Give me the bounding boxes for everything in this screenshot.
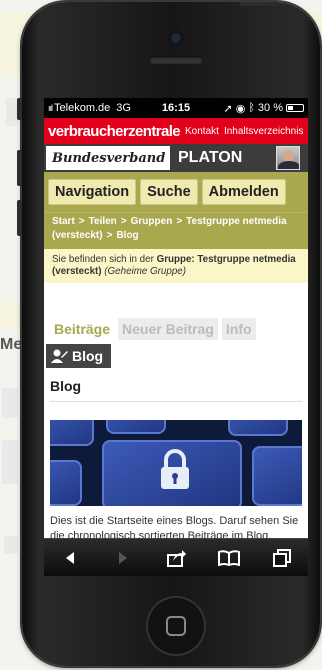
divider — [50, 401, 302, 402]
bluetooth-icon: ᛒ — [248, 102, 255, 114]
battery-icon — [286, 104, 304, 112]
tab-neuer-beitrag[interactable]: Neuer Beitrag — [118, 318, 218, 340]
bundesverband-logo: Bundesverband — [46, 146, 170, 170]
brand-bar: Bundesverband PLATON — [44, 144, 308, 172]
content-tabs: Beiträge Neuer Beitrag Info — [44, 318, 308, 340]
mute-switch — [17, 98, 22, 120]
front-camera — [171, 33, 181, 43]
blog-section-tag[interactable]: Blog — [46, 344, 112, 368]
navigation-button[interactable]: Navigation — [48, 179, 137, 205]
site-header: verbraucherzentrale Kontakt Inhaltsverze… — [44, 118, 308, 144]
earpiece-speaker — [149, 56, 203, 64]
tabs-icon[interactable] — [269, 545, 295, 571]
status-time: 16:15 — [161, 102, 191, 114]
background-fragment — [2, 388, 18, 418]
forward-arrow-icon[interactable] — [110, 545, 136, 571]
blog-header-image — [50, 420, 302, 506]
volume-down-button — [17, 200, 22, 236]
main-nav: Navigation Suche Abmelden — [44, 172, 308, 212]
inhaltsverzeichnis-link[interactable]: Inhaltsverzeichnis — [224, 126, 303, 137]
tab-info[interactable]: Info — [221, 318, 256, 340]
carrier-name: Telekom.de — [54, 102, 111, 114]
breadcrumb-gruppen[interactable]: Gruppen — [131, 216, 173, 227]
breadcrumb-start[interactable]: Start — [52, 216, 75, 227]
group-info-prefix: Sie befinden sich in der — [52, 254, 154, 265]
blog-tag-label: Blog — [72, 348, 104, 364]
battery-percent: 30 % — [257, 102, 283, 114]
bookmarks-icon[interactable] — [216, 545, 242, 571]
group-info: Sie befinden sich in der Gruppe: Testgru… — [44, 249, 308, 283]
home-button[interactable] — [148, 598, 204, 654]
back-arrow-icon[interactable] — [57, 545, 83, 571]
background-partial-heading: Me — [0, 336, 23, 353]
verbraucherzentrale-logo[interactable]: verbraucherzentrale — [48, 123, 181, 140]
tab-beitraege[interactable]: Beiträge — [50, 318, 115, 340]
group-info-suffix: (Geheime Gruppe) — [104, 266, 186, 277]
kontakt-link[interactable]: Kontakt — [185, 126, 219, 137]
lock-icon — [161, 449, 189, 489]
logout-button[interactable]: Abmelden — [201, 179, 286, 205]
alarm-icon: ◉ — [235, 102, 246, 115]
page-title: Blog — [50, 378, 82, 394]
browser-toolbar — [44, 538, 308, 576]
location-icon: ➚ — [223, 102, 233, 115]
share-icon[interactable] — [163, 545, 189, 571]
user-pen-icon — [51, 349, 68, 363]
breadcrumb: Start > Teilen > Gruppen > Testgruppe netmedia… — [44, 212, 308, 249]
status-bar: ııl Telekom.de 3G 16:15 ➚ ◉ ᛒ 30 % — [44, 98, 308, 118]
network-type: 3G — [116, 102, 131, 114]
breadcrumb-blog: Blog — [116, 230, 139, 241]
status-right: ➚ ◉ ᛒ 30 % — [223, 102, 304, 115]
background-fragment — [2, 440, 18, 484]
volume-up-button — [17, 150, 22, 186]
signal-icon: ııl — [48, 103, 53, 113]
phone-screen: ııl Telekom.de 3G 16:15 ➚ ◉ ᛒ 30 % verbr… — [44, 98, 308, 576]
app-title: PLATON — [178, 149, 243, 166]
breadcrumb-teilen[interactable]: Teilen — [89, 216, 117, 227]
search-button[interactable]: Suche — [140, 179, 198, 205]
user-avatar[interactable] — [276, 146, 300, 170]
background-fragment — [4, 536, 18, 554]
power-button — [240, 2, 280, 6]
